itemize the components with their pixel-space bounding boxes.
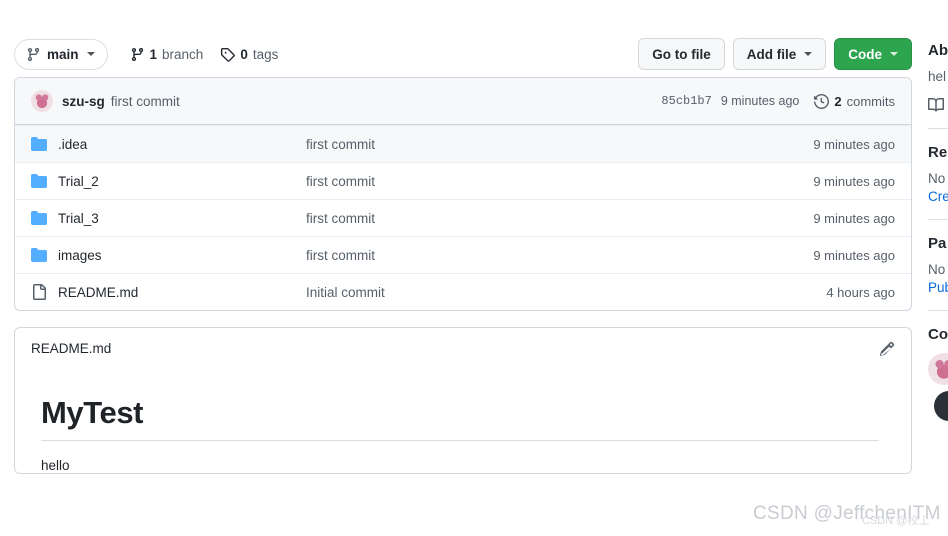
branch-icon bbox=[131, 47, 143, 61]
branches-label: branch bbox=[162, 46, 204, 62]
branch-selector-button[interactable]: main bbox=[14, 38, 108, 70]
file-icon bbox=[33, 284, 46, 300]
commit-meta: 85cb1b7 9 minutes ago 2 commits bbox=[661, 94, 895, 109]
tags-count: 0 bbox=[240, 46, 248, 62]
file-name[interactable]: README.md bbox=[58, 285, 306, 300]
commit-message[interactable]: first commit bbox=[111, 94, 180, 109]
readme-card: README.md MyTest hello bbox=[14, 327, 912, 474]
toolbar-actions: Go to file Add file Code bbox=[638, 38, 912, 70]
repo-toolbar: main 1 branch 0 tags Go to file Add file… bbox=[14, 31, 912, 77]
edit-readme-button[interactable] bbox=[879, 341, 895, 357]
table-row[interactable]: Trial_2 first commit 9 minutes ago bbox=[15, 162, 911, 199]
commits-count-link[interactable]: 2 commits bbox=[814, 94, 895, 109]
file-list-card: szu-sg first commit 85cb1b7 9 minutes ag… bbox=[14, 77, 912, 311]
commit-author[interactable]: szu-sg bbox=[62, 94, 105, 109]
go-to-file-button[interactable]: Go to file bbox=[638, 38, 725, 70]
readme-body: MyTest hello bbox=[15, 369, 911, 473]
go-to-file-label: Go to file bbox=[652, 46, 711, 62]
branch-icon bbox=[27, 47, 40, 61]
file-commit-message[interactable]: first commit bbox=[306, 248, 813, 263]
readme-heading: MyTest bbox=[41, 395, 879, 441]
folder-icon bbox=[31, 137, 47, 151]
commits-count-label: commits bbox=[846, 93, 895, 109]
history-icon bbox=[814, 93, 830, 109]
commit-sha[interactable]: 85cb1b7 bbox=[661, 94, 711, 108]
tags-link[interactable]: 0 tags bbox=[220, 47, 278, 62]
about-heading: Ab bbox=[928, 42, 948, 59]
contributor-avatar[interactable] bbox=[928, 353, 948, 385]
readme-link[interactable] bbox=[928, 97, 948, 113]
branch-selector-label: main bbox=[47, 46, 79, 62]
repository-page: main 1 branch 0 tags Go to file Add file… bbox=[0, 0, 948, 536]
table-row[interactable]: Trial_3 first commit 9 minutes ago bbox=[15, 199, 911, 236]
file-name[interactable]: images bbox=[58, 248, 306, 263]
contributors-heading: Co bbox=[928, 326, 948, 343]
branches-count: 1 bbox=[149, 46, 158, 62]
releases-empty-text: No bbox=[928, 171, 946, 186]
file-time: 9 minutes ago bbox=[813, 136, 895, 152]
file-time: 9 minutes ago bbox=[813, 247, 895, 263]
chevron-down-icon bbox=[86, 52, 95, 56]
sidebar-divider bbox=[928, 310, 948, 311]
releases-heading: Re bbox=[928, 144, 948, 161]
add-file-label: Add file bbox=[746, 46, 797, 62]
sidebar-divider bbox=[928, 128, 948, 129]
code-button[interactable]: Code bbox=[834, 38, 912, 70]
chevron-down-icon bbox=[890, 52, 898, 56]
folder-icon bbox=[31, 211, 47, 225]
file-commit-message[interactable]: first commit bbox=[306, 211, 813, 226]
code-label: Code bbox=[848, 46, 882, 62]
file-name[interactable]: Trial_2 bbox=[58, 174, 306, 189]
latest-commit-bar: szu-sg first commit 85cb1b7 9 minutes ag… bbox=[15, 78, 911, 125]
file-time: 9 minutes ago bbox=[813, 210, 895, 226]
table-row[interactable]: .idea first commit 9 minutes ago bbox=[15, 125, 911, 162]
tag-icon bbox=[221, 47, 236, 62]
table-row[interactable]: images first commit 9 minutes ago bbox=[15, 236, 911, 273]
file-time: 9 minutes ago bbox=[813, 173, 895, 189]
file-commit-message[interactable]: first commit bbox=[306, 137, 813, 152]
repo-sidebar: Ab hel Re No Cre Pa No Pub Co bbox=[928, 0, 948, 421]
readme-header: README.md bbox=[15, 328, 911, 369]
add-file-button[interactable]: Add file bbox=[732, 38, 827, 70]
commits-count-value: 2 bbox=[834, 93, 842, 109]
readme-title: README.md bbox=[31, 341, 112, 356]
file-commit-message[interactable]: first commit bbox=[306, 174, 813, 189]
packages-empty-text: No bbox=[928, 262, 946, 277]
watermark-secondary: CSDN @校丄 bbox=[862, 515, 930, 527]
folder-icon bbox=[31, 248, 47, 262]
create-release-link[interactable]: Cre bbox=[928, 189, 948, 204]
table-row[interactable]: README.md Initial commit 4 hours ago bbox=[15, 273, 911, 310]
file-time: 4 hours ago bbox=[826, 284, 895, 300]
chevron-down-icon bbox=[804, 52, 813, 56]
sidebar-divider bbox=[928, 219, 948, 220]
folder-icon bbox=[31, 174, 47, 188]
tags-label: tags bbox=[252, 46, 279, 62]
pencil-icon bbox=[879, 341, 895, 356]
commit-time: 9 minutes ago bbox=[720, 94, 800, 108]
packages-heading: Pa bbox=[928, 235, 947, 252]
contributor-avatar[interactable] bbox=[934, 391, 948, 421]
user-avatar[interactable] bbox=[31, 90, 53, 112]
file-commit-message[interactable]: Initial commit bbox=[306, 285, 826, 300]
main-column: main 1 branch 0 tags Go to file Add file… bbox=[14, 0, 912, 474]
readme-paragraph: hello bbox=[41, 458, 70, 473]
about-description: hel bbox=[928, 69, 947, 84]
repo-meta-links: 1 branch 0 tags bbox=[130, 46, 278, 62]
file-name[interactable]: .idea bbox=[58, 137, 306, 152]
publish-package-link[interactable]: Pub bbox=[928, 280, 948, 295]
book-icon bbox=[928, 97, 944, 112]
file-name[interactable]: Trial_3 bbox=[58, 211, 306, 226]
branches-link[interactable]: 1 branch bbox=[130, 46, 204, 62]
